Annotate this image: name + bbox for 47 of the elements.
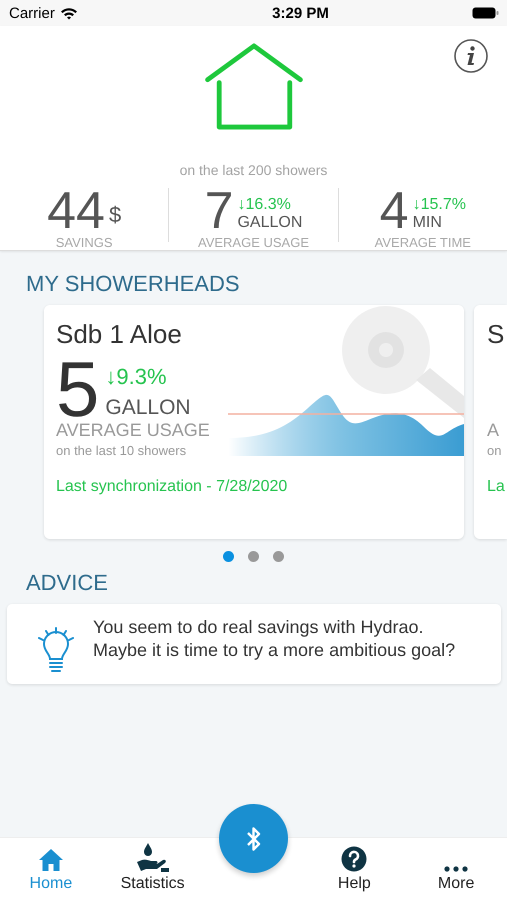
page-dot[interactable]: [248, 551, 259, 562]
usage-label: AVERAGE USAGE: [56, 420, 211, 441]
usage-change: ↓9.3%: [105, 364, 168, 390]
tab-item[interactable]: More: [405, 838, 507, 900]
sync-date: La: [487, 478, 506, 496]
stat-value: 44: [47, 188, 105, 234]
carrier-name: Carrier: [9, 4, 55, 22]
stat-unit: MIN: [412, 214, 443, 232]
stat-label: SAVINGS: [56, 235, 113, 250]
stat-label: AVERAGE TIME: [374, 235, 471, 250]
hand-water-drop-icon: [136, 842, 170, 872]
usage-value: 5: [56, 358, 100, 420]
home-icon: [38, 848, 64, 872]
usage-caption: on: [487, 443, 502, 458]
bluetooth-button[interactable]: [219, 804, 288, 873]
battery-icon: [472, 7, 499, 19]
stat-label: AVERAGE USAGE: [198, 235, 309, 250]
section-title: MY SHOWERHEADS: [26, 271, 241, 297]
showerhead-name: Sdb 1 Aloe: [56, 319, 183, 350]
stat-value: 4: [380, 188, 409, 234]
info-icon[interactable]: [453, 38, 489, 74]
showerhead-card[interactable]: S A on La: [474, 305, 507, 539]
sync-date: Last synchronization - 7/28/2020: [56, 478, 288, 496]
usage-unit: GALLON: [105, 396, 191, 420]
advice-text: You seem to do real savings with Hydrao. Maybe it is time to try a more ambitious goal?: [93, 616, 456, 662]
bluetooth-icon: [246, 826, 262, 852]
lightbulb-icon: [37, 626, 75, 672]
usage-caption: on the last 10 showers: [56, 443, 188, 458]
wifi-icon: [60, 6, 78, 20]
page-dot[interactable]: [223, 551, 234, 562]
stat-unit: GALLON: [237, 214, 302, 232]
page-dot[interactable]: [273, 551, 284, 562]
status-time: 3:29 PM: [272, 4, 329, 22]
stat-change: ↓15.7%: [412, 196, 466, 214]
tab-item[interactable]: Help: [304, 838, 406, 900]
house-icon: [202, 43, 304, 130]
help-icon: [341, 846, 368, 872]
section-title: ADVICE: [26, 570, 109, 596]
stat-value: 7: [204, 188, 234, 234]
tab-item[interactable]: Home: [0, 838, 102, 900]
showers-caption: on the last 200 showers: [180, 162, 328, 178]
usage-label: A: [487, 420, 500, 441]
more-icon: [444, 866, 468, 872]
showerhead-name: S: [487, 319, 506, 350]
tab-item[interactable]: Statistics: [102, 838, 204, 900]
stat-change: ↓16.3%: [237, 196, 292, 214]
stat-unit: $: [108, 202, 122, 229]
